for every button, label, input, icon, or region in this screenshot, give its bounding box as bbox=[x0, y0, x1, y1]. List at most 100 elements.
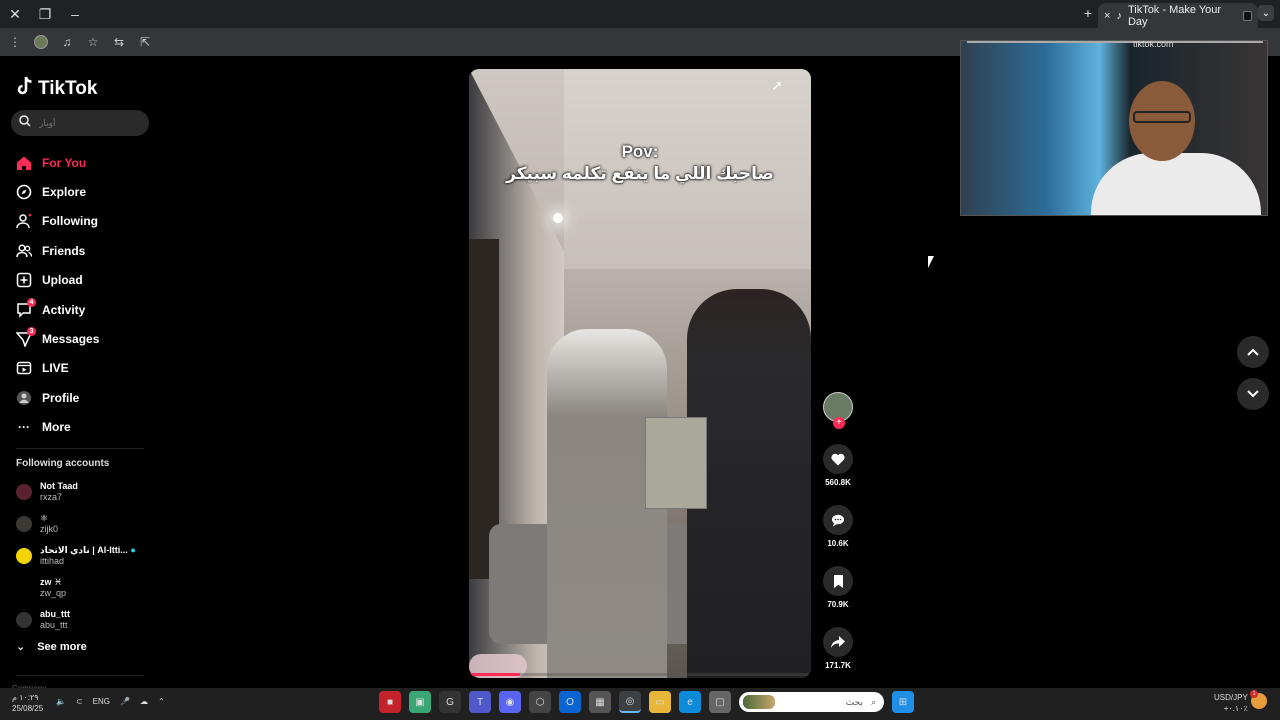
friends-icon bbox=[16, 243, 32, 259]
nav-friends[interactable]: Friends bbox=[16, 236, 156, 265]
account-item[interactable]: ⚛ zijk0 bbox=[16, 508, 156, 540]
nav-explore[interactable]: Explore bbox=[16, 177, 156, 206]
minimize-window-icon[interactable]: – bbox=[60, 0, 90, 28]
wifi-icon[interactable]: ⊂ bbox=[76, 697, 83, 706]
previous-video-button[interactable] bbox=[1237, 336, 1269, 368]
nav-upload[interactable]: Upload bbox=[16, 266, 156, 295]
app-red-icon[interactable]: ■ bbox=[379, 691, 401, 713]
account-item[interactable]: Not Taad rxza7 bbox=[16, 476, 156, 508]
volume-icon[interactable]: 🔈 bbox=[56, 697, 66, 706]
search-bar[interactable] bbox=[11, 110, 149, 136]
chrome-icon[interactable]: ◎ bbox=[619, 691, 641, 713]
nav-profile[interactable]: Profile bbox=[16, 383, 156, 412]
store-icon[interactable]: ▦ bbox=[589, 691, 611, 713]
currency-value: +٠.١٠٪ bbox=[1223, 704, 1248, 713]
app-g-icon[interactable]: G bbox=[439, 691, 461, 713]
taskbar-apps: ■ ▣ G T ◉ ⬡ O ▦ ◎ ▭ e ▢ بحث ⌕ ⊞ bbox=[379, 691, 914, 713]
translate-icon[interactable]: ⇆ bbox=[112, 35, 126, 49]
webcam-shirt bbox=[1091, 153, 1261, 215]
activity-icon: 4 bbox=[16, 297, 36, 318]
activity-badge: 4 bbox=[27, 297, 36, 307]
nav-label: Activity bbox=[42, 302, 86, 317]
close-tab-icon[interactable]: × bbox=[1104, 10, 1110, 22]
nav-messages[interactable]: 3 Messages bbox=[16, 324, 156, 353]
taskbar-search[interactable]: بحث ⌕ bbox=[739, 692, 884, 712]
close-window-icon[interactable]: ✕ bbox=[0, 0, 30, 28]
bookmark-icon[interactable] bbox=[823, 566, 853, 596]
see-more-button[interactable]: ⌄ See more bbox=[16, 640, 87, 654]
tiktok-logo[interactable]: TikTok bbox=[16, 76, 97, 102]
outlook-icon[interactable]: O bbox=[559, 691, 581, 713]
account-name: abu_ttt bbox=[40, 609, 70, 619]
windows-taskbar: ١٠:٢٩ م 25/08/25 🔈 ⊂ ENG 🎤 ☁ ⌃ ■ ▣ G T ◉… bbox=[0, 688, 1280, 720]
nav-live[interactable]: LIVE bbox=[16, 354, 156, 383]
comment-action[interactable]: 10.6K bbox=[822, 505, 854, 548]
currency-pair: USD/JPY bbox=[1214, 693, 1248, 702]
media-controls-icon[interactable]: ♫ bbox=[60, 35, 74, 49]
account-avatar bbox=[16, 484, 32, 500]
see-more-label: See more bbox=[37, 640, 87, 653]
browser-tab[interactable]: × ♪ TikTok - Make Your Day bbox=[1098, 3, 1258, 28]
video-progress-bar[interactable] bbox=[469, 673, 811, 676]
account-item[interactable]: نادي الاتحاد | Al-Itti... ● ittihad bbox=[16, 540, 156, 572]
kebab-menu-icon[interactable]: ⋮ bbox=[8, 35, 22, 49]
follow-plus-icon[interactable]: + bbox=[833, 417, 845, 429]
clock-date: 25/08/25 bbox=[12, 704, 44, 713]
nav-label: Friends bbox=[42, 243, 86, 258]
bookmark-star-icon[interactable]: ☆ bbox=[86, 35, 100, 49]
account-avatar bbox=[16, 580, 32, 596]
cloud-icon[interactable]: ☁ bbox=[140, 697, 148, 706]
language-indicator[interactable]: ENG bbox=[93, 697, 110, 706]
progress-fill bbox=[469, 673, 521, 676]
windows-start-icon[interactable]: ⊞ bbox=[892, 691, 914, 713]
tab-title: TikTok - Make Your Day bbox=[1127, 3, 1222, 28]
tiktok-sidebar: TikTok For You Explore Following Friends… bbox=[0, 58, 160, 693]
main-nav: For You Explore Following Friends Upload… bbox=[16, 148, 156, 442]
share-page-icon[interactable]: ⇱ bbox=[138, 35, 152, 49]
search-input[interactable] bbox=[39, 118, 139, 128]
tiktok-tab-icon bbox=[1242, 10, 1252, 21]
tab-search-button[interactable]: ⌄ bbox=[1258, 5, 1274, 21]
profile-icon bbox=[16, 390, 32, 406]
heart-icon[interactable] bbox=[823, 444, 853, 474]
account-item[interactable]: abu_ttt abu_ttt bbox=[16, 604, 156, 636]
share-action[interactable]: 171.7K bbox=[822, 627, 854, 670]
nav-label: Upload bbox=[42, 273, 83, 288]
edge-icon[interactable]: e bbox=[679, 691, 701, 713]
nav-label: Profile bbox=[42, 390, 80, 405]
task-view-icon[interactable]: ▢ bbox=[709, 691, 731, 713]
next-video-button[interactable] bbox=[1237, 378, 1269, 410]
app-hex-icon[interactable]: ⬡ bbox=[529, 691, 551, 713]
share-arrow-icon[interactable] bbox=[823, 627, 853, 657]
teams-icon[interactable]: T bbox=[469, 691, 491, 713]
account-handle: abu_ttt bbox=[40, 620, 68, 630]
microphone-icon[interactable]: 🎤 bbox=[120, 697, 130, 706]
currency-widget[interactable]: USD/JPY +٠.١٠٪ bbox=[1214, 692, 1248, 714]
account-handle: zw_qp bbox=[40, 588, 67, 598]
tray-chevron-up-icon[interactable]: ⌃ bbox=[158, 697, 165, 706]
tiktok-favicon-icon: ♪ bbox=[1116, 9, 1122, 22]
video-player[interactable]: ➚ Pov: صاحبك اللي ما ينفع تكلمه سبيكر bbox=[469, 69, 811, 678]
profile-avatar-icon[interactable] bbox=[34, 35, 48, 49]
discord-icon[interactable]: ◉ bbox=[499, 691, 521, 713]
caption-line-1: Pov: bbox=[621, 142, 659, 161]
account-item[interactable]: zw ♓ zw_qp bbox=[16, 572, 156, 604]
like-action[interactable]: 560.8K bbox=[822, 444, 854, 487]
nav-following[interactable]: Following bbox=[16, 207, 156, 236]
nav-for-you[interactable]: For You bbox=[16, 148, 156, 177]
nav-more[interactable]: ··· More bbox=[16, 413, 156, 442]
account-avatar bbox=[16, 548, 32, 564]
app-green-icon[interactable]: ▣ bbox=[409, 691, 431, 713]
system-clock[interactable]: ١٠:٢٩ م 25/08/25 bbox=[12, 692, 43, 714]
compass-icon bbox=[16, 184, 32, 200]
nav-label: For You bbox=[42, 155, 87, 170]
file-explorer-icon[interactable]: ▭ bbox=[649, 691, 671, 713]
restore-window-icon[interactable]: ❐ bbox=[30, 0, 60, 28]
nav-activity[interactable]: 4 Activity bbox=[16, 295, 156, 324]
creator-avatar[interactable]: + bbox=[823, 392, 853, 429]
notification-badge: 1 bbox=[1250, 690, 1258, 698]
comment-icon[interactable] bbox=[823, 505, 853, 535]
save-action[interactable]: 70.9K bbox=[822, 566, 854, 609]
new-tab-button[interactable]: + bbox=[1084, 5, 1092, 21]
live-icon bbox=[16, 360, 32, 376]
